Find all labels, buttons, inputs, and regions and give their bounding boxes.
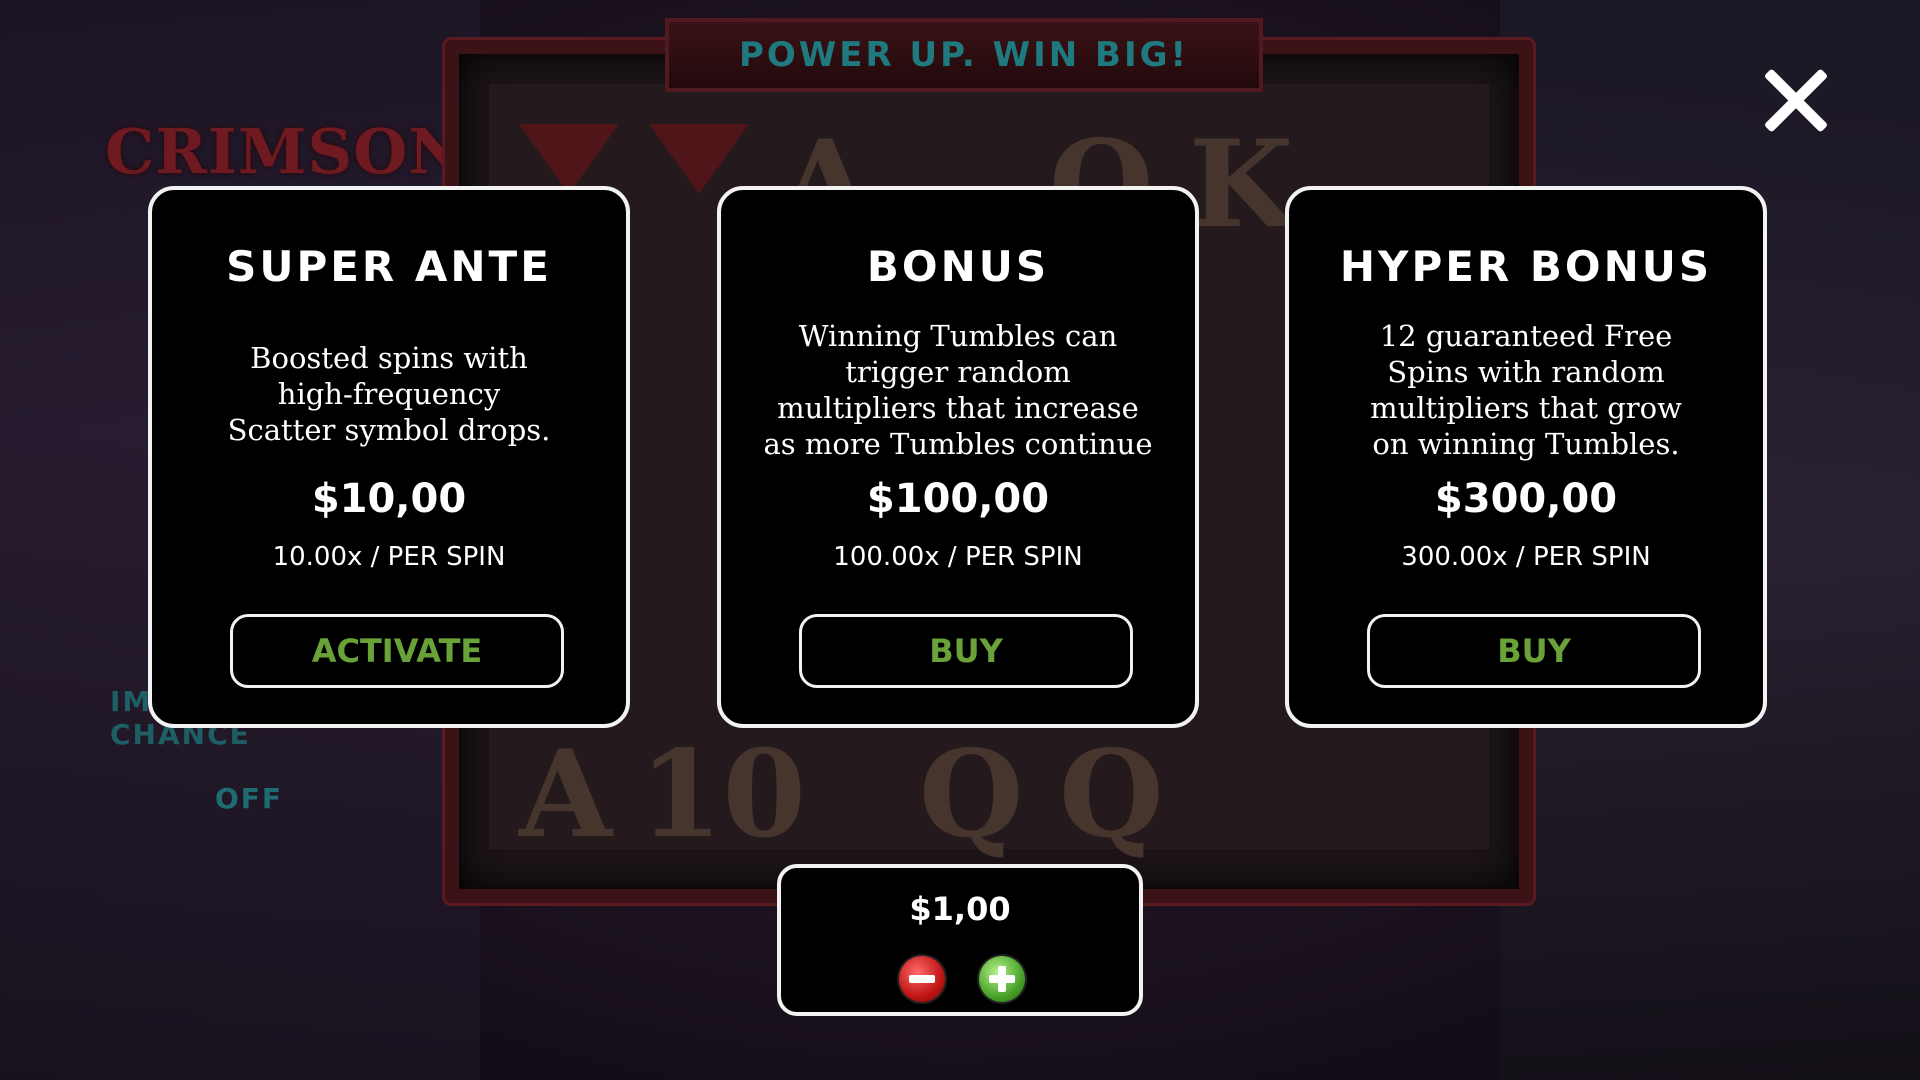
card-description-line: 12 guaranteed Free [1379,319,1673,353]
reel-symbol-gem [649,124,749,194]
card-rate: 10.00x / PER SPIN [272,542,506,572]
card-description: Winning Tumbles can trigger random multi… [741,318,1175,462]
promo-banner-text: POWER UP. WIN BIG! [738,35,1190,75]
reel-symbol: Q [919,724,1024,865]
promo-banner: POWER UP. WIN BIG! [665,18,1263,92]
bonus-card: BONUS Winning Tumbles can trigger random… [717,186,1199,728]
bet-amount: $1,00 [909,890,1011,928]
card-description-line: trigger random [845,355,1071,389]
hyper-bonus-card: HYPER BONUS 12 guaranteed Free Spins wit… [1285,186,1767,728]
card-description-line: on winning Tumbles. [1372,427,1680,461]
bet-selector: $1,00 [777,864,1143,1016]
minus-glyph [909,975,935,983]
card-description-line: Boosted spins with [250,341,528,375]
game-logo: CRIMSON [105,115,466,188]
buy-hyper-bonus-button[interactable]: BUY [1367,614,1701,688]
plus-icon[interactable] [979,956,1025,1002]
card-description-line: multipliers that grow [1370,391,1682,425]
buy-bonus-button[interactable]: BUY [799,614,1133,688]
card-price: $10,00 [311,476,467,522]
super-ante-card: SUPER ANTE Boosted spins with high-frequ… [148,186,630,728]
card-rate: 300.00x / PER SPIN [1401,542,1651,572]
card-rate: 100.00x / PER SPIN [833,542,1083,572]
reel-symbol: 10 [639,724,806,865]
minus-icon[interactable] [899,956,945,1002]
plus-glyph-vertical [998,966,1006,992]
card-description: Boosted spins with high-frequency Scatte… [172,340,606,448]
card-description-line: Winning Tumbles can [798,319,1118,353]
card-description-line: as more Tumbles continue [763,427,1153,461]
card-description: 12 guaranteed Free Spins with random mul… [1309,318,1743,462]
card-description-line: Scatter symbol drops. [227,413,551,447]
card-title: HYPER BONUS [1339,242,1713,291]
card-title: BONUS [866,242,1050,291]
card-price: $100,00 [866,476,1050,522]
card-price: $300,00 [1434,476,1618,522]
reel-symbol-gem [519,124,619,194]
card-description-line: Spins with random [1387,355,1665,389]
activate-button[interactable]: ACTIVATE [230,614,564,688]
reel-symbol: A [519,724,613,865]
close-icon[interactable] [1762,66,1830,134]
trigger-chance-value: OFF [215,782,284,815]
reel-symbol: Q [1059,724,1164,865]
reel-symbol: K [1189,114,1294,255]
card-description-line: high-frequency [277,377,501,411]
card-title: SUPER ANTE [226,242,552,291]
card-description-line: multipliers that increase [777,391,1139,425]
